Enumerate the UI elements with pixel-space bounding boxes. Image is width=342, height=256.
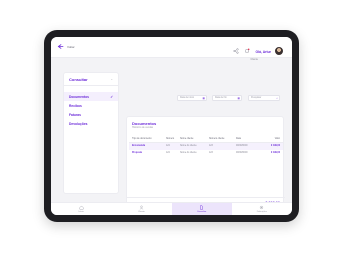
sidebar-item-label: Faturas [69, 112, 81, 117]
cell-document-type: Proposta [132, 152, 142, 154]
user-info[interactable]: Olá, Artur Cliente [250, 40, 271, 61]
sidebar: Consultar ⌄ Documentos ✓ Recibos Faturas… [63, 72, 119, 194]
sidebar-title: Consultar [69, 76, 88, 82]
cell-client-number: 123 [209, 145, 213, 147]
search-icon: ⌕ [276, 96, 278, 100]
nav-label: Cliente [137, 211, 145, 213]
column-header: Valor [274, 138, 280, 140]
table-header: Tipo de documento Número Nome cliente Nú… [129, 136, 283, 143]
sidebar-item-label: Devoluções [69, 121, 88, 126]
nav-label: Início [78, 211, 84, 213]
user-role: Cliente [250, 58, 258, 61]
top-bar: Voltar Olá, Artur Cliente [51, 37, 292, 61]
nav-item-definicoes[interactable]: Definições [232, 203, 292, 215]
home-icon [79, 205, 84, 210]
documents-card: Documentos Histórico de vendas Tipo de d… [126, 116, 285, 208]
search-placeholder: Pesquisar [251, 97, 262, 99]
date-to-placeholder: Data de fim [215, 97, 227, 99]
sidebar-item-faturas[interactable]: Faturas [64, 110, 118, 119]
sidebar-menu: Documentos ✓ Recibos Faturas Devoluções [64, 86, 118, 128]
cell-client-number: 123 [209, 152, 213, 154]
back-arrow-icon [57, 44, 64, 49]
nav-item-cliente[interactable]: Cliente [111, 203, 171, 215]
cell-date: 00/00/0000 [236, 145, 248, 147]
date-to-input[interactable]: Data de fim ▦ [212, 95, 242, 101]
nav-item-inicio[interactable]: Início [51, 203, 111, 215]
chevron-down-icon: ⌄ [110, 77, 113, 81]
user-icon [139, 205, 144, 210]
filter-bar: Data de início ▦ Data de fim ▦ Pesquisar… [51, 95, 292, 103]
table-row[interactable]: Encomenda 124 Nome do cliente 123 00/00/… [129, 143, 283, 150]
cell-value: € 199,00 [271, 145, 280, 147]
cell-number: 124 [166, 145, 170, 147]
nav-item-consultar[interactable]: Consultar [171, 203, 232, 215]
back-button[interactable]: Voltar [57, 43, 75, 50]
settings-icon [260, 205, 264, 210]
bottom-nav: Início Cliente Consultar Definições [51, 202, 292, 215]
document-icon [200, 205, 204, 210]
sidebar-item-label: Recibos [69, 103, 82, 108]
nav-label: Consultar [196, 211, 207, 213]
cell-client-name: Nome do cliente [180, 152, 197, 154]
date-from-input[interactable]: Data de início ▦ [177, 95, 207, 101]
cell-value: € 199,00 [271, 152, 280, 154]
app-screen: Voltar Olá, Artur Cliente Consultar ⌄ Do… [51, 37, 292, 215]
top-right-actions: Olá, Artur Cliente [228, 40, 284, 61]
share-icon[interactable] [233, 47, 240, 54]
cell-date: 00/00/0000 [236, 152, 248, 154]
column-header: Data [236, 138, 241, 140]
tablet-frame: Voltar Olá, Artur Cliente Consultar ⌄ Do… [44, 30, 299, 222]
date-from-placeholder: Data de início [180, 97, 195, 99]
search-input[interactable]: Pesquisar ⌕ [248, 95, 280, 101]
column-header: Número [166, 138, 175, 140]
documents-subtitle: Histórico de vendas [132, 126, 153, 129]
column-header: Nome cliente [180, 138, 194, 140]
sidebar-header[interactable]: Consultar ⌄ [64, 73, 118, 86]
column-header: Tipo de documento [132, 138, 152, 140]
calendar-icon: ▦ [237, 96, 240, 100]
calendar-icon: ▦ [202, 96, 205, 100]
avatar[interactable] [274, 45, 284, 56]
cell-client-name: Nome do cliente [180, 145, 197, 147]
cell-document-type: Encomenda [132, 145, 146, 147]
column-header: Número cliente [209, 138, 225, 140]
back-label: Voltar [67, 44, 75, 49]
cell-number: 124 [166, 152, 170, 154]
documents-table: Tipo de documento Número Nome cliente Nú… [129, 136, 283, 157]
table-row[interactable]: Proposta 124 Nome do cliente 123 00/00/0… [129, 150, 283, 157]
sidebar-item-devolucoes[interactable]: Devoluções [64, 119, 118, 128]
user-name: Olá, Artur [255, 50, 271, 54]
nav-label: Definições [256, 211, 267, 213]
